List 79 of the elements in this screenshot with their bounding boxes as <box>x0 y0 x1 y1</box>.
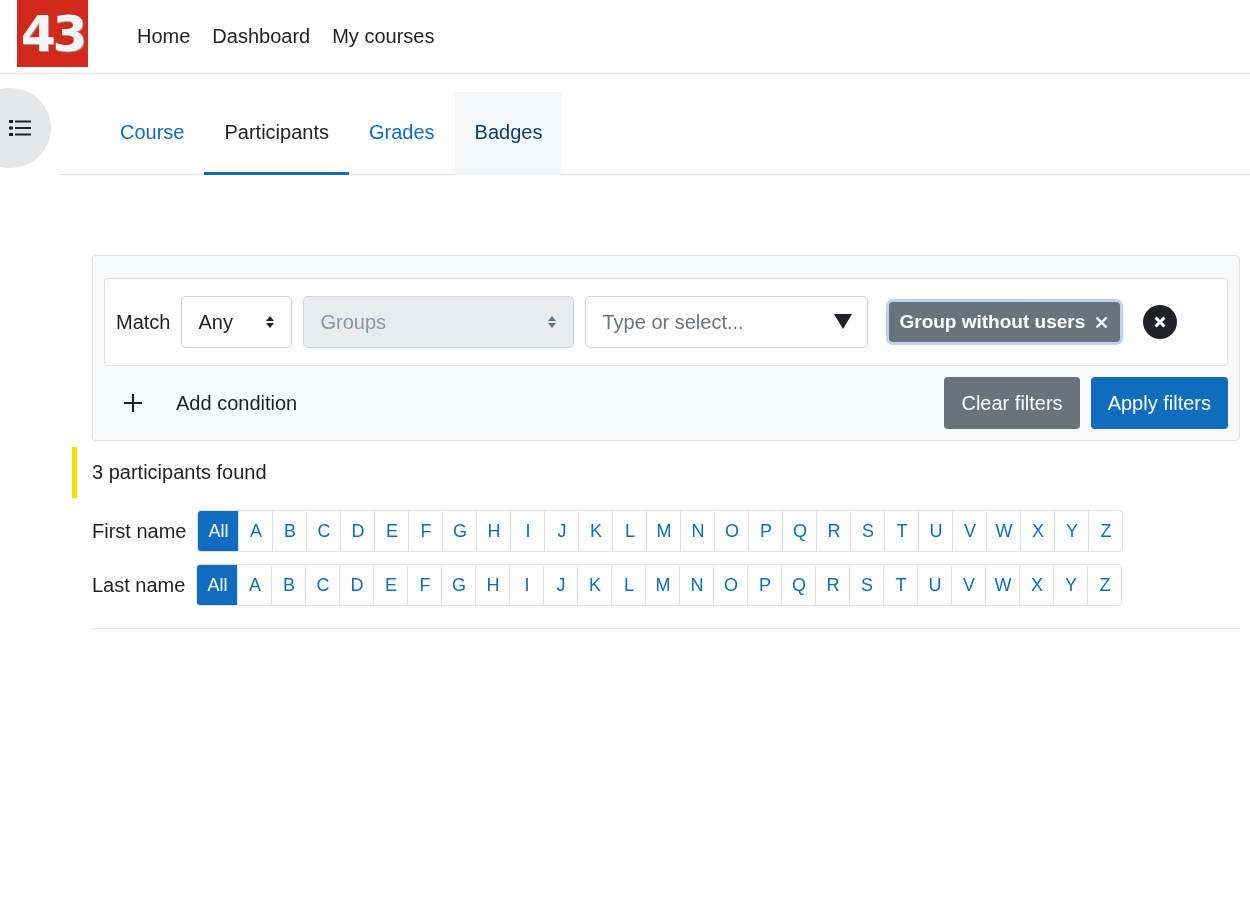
initial-letter[interactable]: Y <box>1053 565 1088 605</box>
initial-letter[interactable]: H <box>476 511 511 551</box>
sort-caret-icon <box>547 315 558 329</box>
initial-letter[interactable]: E <box>374 511 409 551</box>
add-condition-button[interactable]: Add condition <box>104 377 318 429</box>
initial-letter[interactable]: B <box>271 565 306 605</box>
filter-chip[interactable]: Group without users <box>889 302 1121 342</box>
initial-letter[interactable]: X <box>1019 565 1054 605</box>
initials-label: Last name <box>92 573 186 597</box>
result-count: 3 participants found <box>72 447 1240 498</box>
initial-letter[interactable]: G <box>441 565 476 605</box>
nav-link[interactable]: Home <box>137 25 191 48</box>
initial-letter[interactable]: D <box>340 511 375 551</box>
initial-letter[interactable]: U <box>917 565 952 605</box>
initial-letter[interactable]: M <box>646 511 681 551</box>
initial-letter[interactable]: X <box>1020 511 1055 551</box>
initial-letter[interactable]: H <box>475 565 510 605</box>
initial-letter[interactable]: R <box>816 511 851 551</box>
nav-link[interactable]: My courses <box>332 25 435 48</box>
initial-letter[interactable]: A <box>238 511 273 551</box>
initial-letter[interactable]: T <box>883 565 918 605</box>
initial-letter[interactable]: C <box>305 565 340 605</box>
dropdown-triangle-icon <box>834 314 853 329</box>
match-select[interactable]: Any <box>181 296 293 348</box>
tab[interactable]: Badges <box>454 92 563 175</box>
initial-letter[interactable]: O <box>713 565 748 605</box>
match-label: Match <box>116 310 171 334</box>
initial-letter[interactable]: Z <box>1087 565 1122 605</box>
initial-letter[interactable]: E <box>373 565 408 605</box>
nav-link[interactable]: Dashboard <box>212 25 311 48</box>
initial-letter[interactable]: S <box>850 511 885 551</box>
initial-letter[interactable]: L <box>611 565 646 605</box>
initials-label: First name <box>92 519 187 543</box>
initial-letter[interactable]: I <box>510 511 545 551</box>
initial-letter[interactable]: L <box>612 511 647 551</box>
initial-letter[interactable]: Z <box>1088 511 1123 551</box>
logo[interactable]: 43 <box>17 0 88 67</box>
initial-letter[interactable]: A <box>237 565 272 605</box>
sort-caret-icon <box>265 315 276 329</box>
clear-button[interactable]: Clear filters <box>944 377 1080 429</box>
initial-letter[interactable]: W <box>985 565 1020 605</box>
initial-letter[interactable]: Q <box>781 565 816 605</box>
value-field[interactable]: Type or select... <box>585 296 869 348</box>
initial-letter[interactable]: Y <box>1054 511 1089 551</box>
initial-letter[interactable]: M <box>645 565 680 605</box>
plus-icon <box>124 394 142 412</box>
list-icon <box>9 119 31 137</box>
initial-letter[interactable]: P <box>748 511 783 551</box>
initial-letter[interactable]: K <box>577 565 612 605</box>
close-icon <box>1095 315 1109 329</box>
initial-letter[interactable]: J <box>543 565 578 605</box>
initial-letter[interactable]: O <box>714 511 749 551</box>
initial-letter[interactable]: C <box>306 511 341 551</box>
initial-letter[interactable]: F <box>407 565 442 605</box>
apply-button[interactable]: Apply filters <box>1090 377 1228 429</box>
initial-letter[interactable]: G <box>442 511 477 551</box>
initial-letter[interactable]: J <box>544 511 579 551</box>
initial-letter[interactable]: T <box>884 511 919 551</box>
initial-letter[interactable]: N <box>680 511 715 551</box>
initial-letter[interactable]: W <box>986 511 1021 551</box>
initial-letter[interactable]: R <box>815 565 850 605</box>
initial-letter[interactable]: All <box>197 565 238 605</box>
initial-letter[interactable]: V <box>952 511 987 551</box>
initial-letter[interactable]: Q <box>782 511 817 551</box>
initial-letter[interactable]: K <box>578 511 613 551</box>
tab[interactable]: Grades <box>349 92 455 175</box>
initial-letter[interactable]: B <box>272 511 307 551</box>
initial-letter[interactable]: F <box>408 511 443 551</box>
initial-letter[interactable]: N <box>679 565 714 605</box>
initial-letter[interactable]: All <box>198 511 239 551</box>
initial-letter[interactable]: U <box>918 511 953 551</box>
initial-letter[interactable]: V <box>951 565 986 605</box>
initial-letter[interactable]: S <box>849 565 884 605</box>
tab[interactable]: Participants <box>204 92 349 175</box>
tab[interactable]: Course <box>100 92 205 175</box>
initial-letter[interactable]: P <box>747 565 782 605</box>
initial-letter[interactable]: I <box>509 565 544 605</box>
initial-letter[interactable]: D <box>339 565 374 605</box>
remove-condition-icon[interactable] <box>1143 305 1178 339</box>
